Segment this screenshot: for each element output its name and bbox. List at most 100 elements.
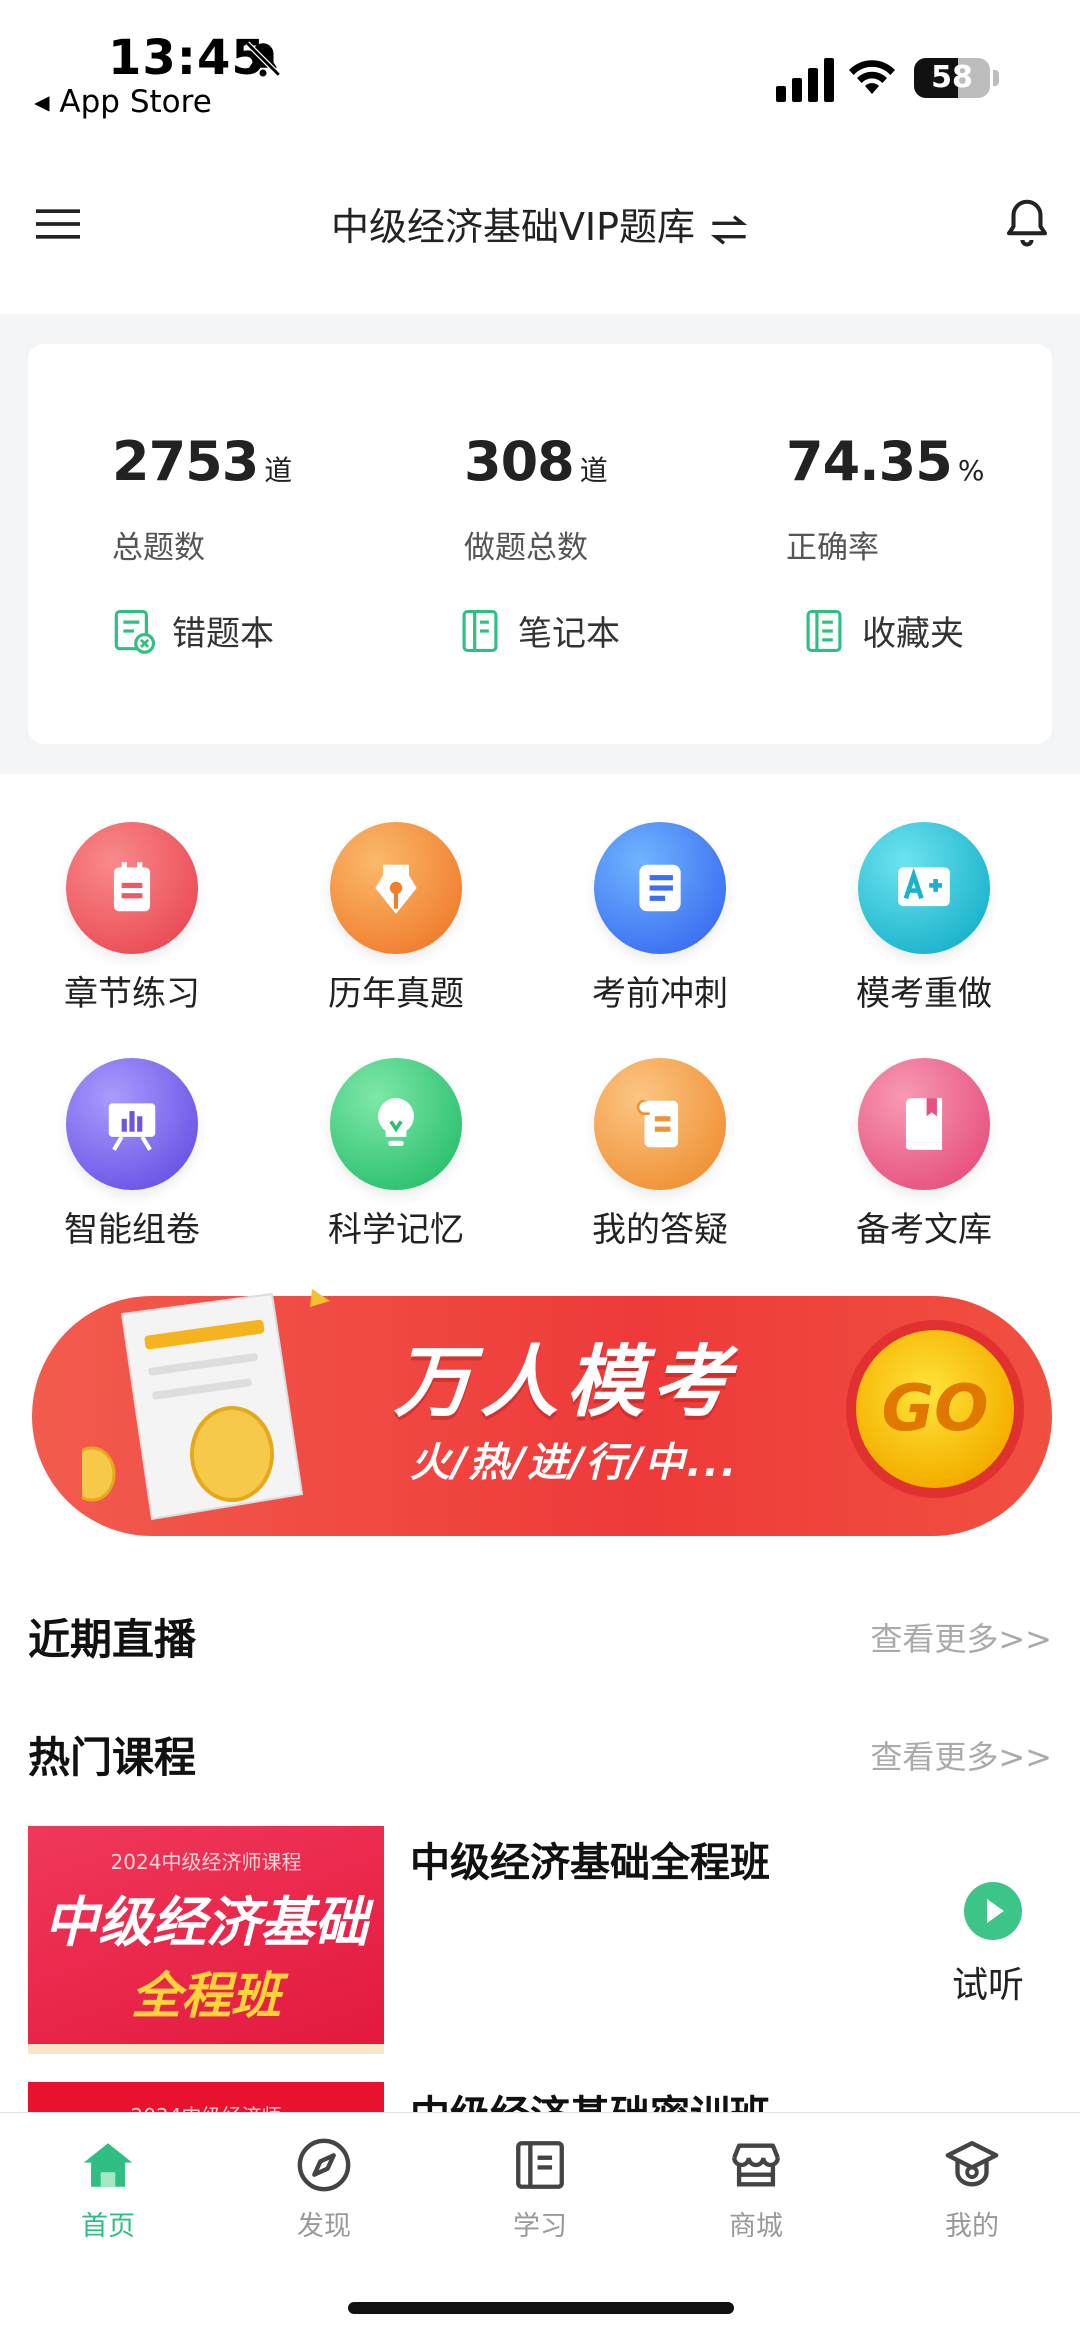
circle-5 [330,1058,462,1190]
stat-accuracy: 74.35% 正确率 [786,430,985,566]
grid-mock-redo[interactable]: 模考重做 [824,822,1024,1015]
grid-label: 历年真题 [328,974,464,1014]
stat-unit: 道 [264,454,293,487]
chart-board-icon [108,1103,156,1151]
grid-label: 模考重做 [856,974,992,1014]
banner-subtitle: 火/热/进/行/中... [410,1440,739,1486]
switch-arrows-icon [710,214,748,245]
notification-bell-icon[interactable] [1000,194,1054,250]
grid-past-exams[interactable]: 历年真题 [296,822,496,1015]
grid-smart-paper[interactable]: 智能组卷 [32,1058,232,1251]
scroll-doc-icon [639,864,681,912]
stat-unit: % [957,454,985,487]
bell-mute-icon [245,41,281,77]
page-title: 中级经济基础VIP题库 [330,205,696,249]
signal-icon [776,58,834,102]
tab-label: 商城 [729,2211,783,2242]
bulb-icon [378,1098,414,1146]
grid-label: 科学记忆 [328,1210,464,1250]
stat-total: 2753 道总题数 [112,430,293,566]
notebook-label: 笔记本 [518,614,620,654]
back-app-label: App Store [59,84,212,120]
trial-listen-button[interactable]: 试听 [952,1956,1024,2008]
stats-card: 2753 道总题数 308 道做题总数 74.35% 正确率 错题本 笔记本 收藏夹 [28,344,1052,744]
stat-label: 总题数 [112,530,205,566]
banner-title: 万人模考 [394,1338,739,1428]
a-plus-icon [898,867,950,907]
circle-7 [858,1058,990,1190]
calendar-note-icon [113,862,151,912]
back-to-app-store[interactable]: ◂ App Store [34,84,212,120]
wrong-book-button[interactable]: 错题本 [112,606,274,655]
tab-store[interactable]: 商城 [696,2136,816,2243]
wrong-book-label: 错题本 [172,614,274,654]
header-title-switcher[interactable]: 中级经济基础VIP题库 [0,196,1080,251]
home-indicator[interactable] [348,2302,734,2314]
tab-label: 发现 [297,2211,351,2242]
live-section-title: 近期直播 [28,1615,197,1664]
circle-3 [858,822,990,954]
grid-label: 我的答疑 [592,1210,728,1250]
notebook-icon [462,609,498,652]
tab-label: 首页 [81,2211,135,2242]
favorites-label: 收藏夹 [862,614,964,654]
pen-nib-icon [375,864,417,914]
battery-indicator: 58 [914,58,990,98]
courses-more-link[interactable]: 查看更多>> [870,1732,1052,1778]
compass-icon [297,2138,351,2192]
course-thumb-top: 2024中级经济师课程 [110,1850,302,1874]
battery-percent: 58 [931,60,973,95]
wifi-icon [849,60,895,94]
tab-study[interactable]: 学习 [480,2136,600,2243]
grid-library[interactable]: 备考文库 [824,1058,1024,1251]
grid-label: 智能组卷 [64,1210,200,1250]
stat-done: 308 道做题总数 [464,430,608,566]
course2-thumb-top: 2024中级经济师 [28,2100,384,2112]
notebook-button[interactable]: 笔记本 [458,606,620,655]
battery-tip [993,70,999,86]
grid-label: 考前冲刺 [592,974,728,1014]
favorites-button[interactable]: 收藏夹 [802,606,964,655]
go-label: GO [881,1372,989,1446]
stat-value: 2753 [112,430,259,493]
study-book-icon [516,2141,564,2189]
grid-chapter-practice[interactable]: 章节练习 [32,822,232,1015]
course-thumbnail-2[interactable]: 2024中级经济师 [28,2082,384,2112]
stat-unit: 道 [579,454,608,487]
stat-label: 正确率 [786,530,879,566]
course-title[interactable]: 中级经济基础全程班 [410,1830,770,1888]
circle-6 [594,1058,726,1190]
tab-discover[interactable]: 发现 [264,2136,384,2243]
course-thumb-main: 中级经济基础 [44,1891,368,1954]
circle-0 [66,822,198,954]
grid-memory[interactable]: 科学记忆 [296,1058,496,1251]
stat-value: 308 [464,430,575,493]
favorites-icon [806,609,842,652]
tab-home[interactable]: 首页 [48,2136,168,2243]
circle-4 [66,1058,198,1190]
circle-2 [594,822,726,954]
go-button[interactable]: GO [846,1320,1024,1498]
tab-label: 学习 [513,2211,567,2242]
grid-my-qa[interactable]: 我的答疑 [560,1058,760,1251]
book-icon [905,1098,943,1150]
graduation-cap-icon [945,2141,999,2187]
grid-sprint[interactable]: 考前冲刺 [560,822,760,1015]
tab-label: 我的 [945,2211,999,2242]
course-title-2[interactable]: 中级经济基础密训班 [410,2086,770,2112]
live-more-link[interactable]: 查看更多>> [870,1614,1052,1660]
store-icon [732,2143,780,2187]
stat-label: 做题总数 [464,530,588,566]
course-thumbnail[interactable]: 2024中级经济师课程 中级经济基础 全程班 [28,1826,384,2054]
course-thumb-sub: 全程班 [131,1967,281,2025]
circle-1 [330,822,462,954]
exam-paper-illustration [82,1289,330,1521]
grid-label: 章节练习 [64,974,200,1014]
home-icon [83,2143,133,2187]
scroll-icon [636,1099,679,1148]
courses-section-title: 热门课程 [28,1733,197,1782]
play-icon[interactable] [964,1882,1022,1940]
tab-mine[interactable]: 我的 [912,2136,1032,2243]
grid-label: 备考文库 [856,1210,992,1250]
wrong-book-icon [114,609,156,654]
